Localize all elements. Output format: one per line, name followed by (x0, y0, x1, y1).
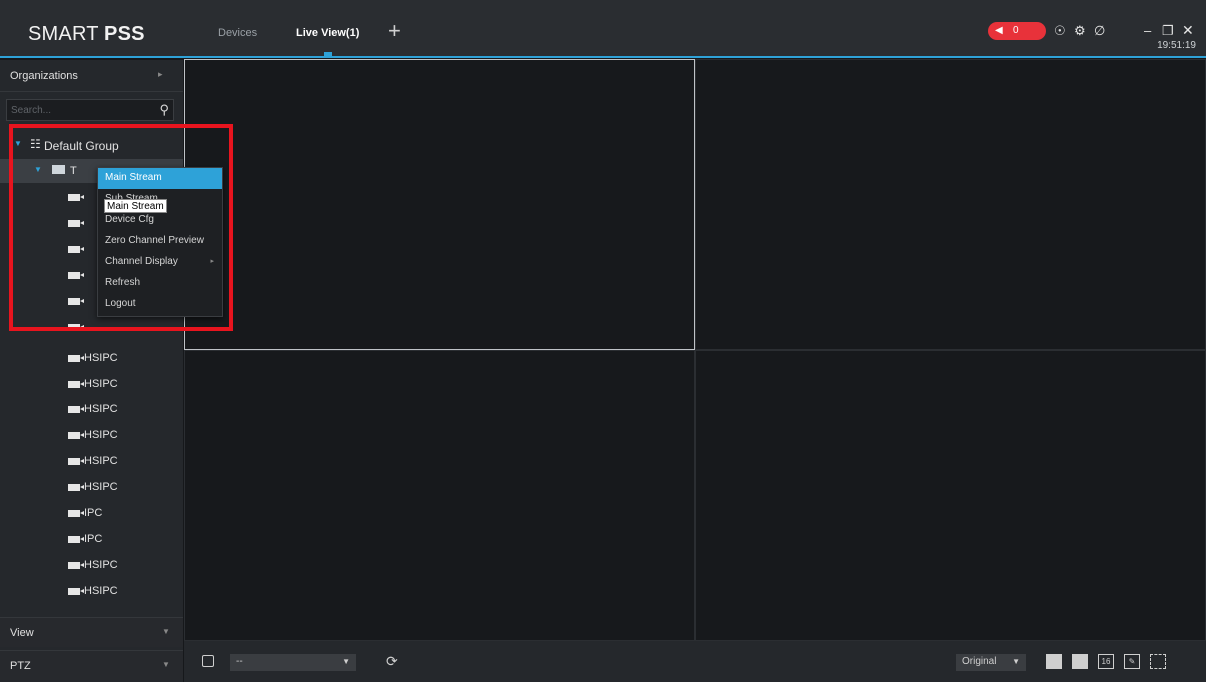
channel-label: IPC (84, 533, 103, 545)
refresh-icon[interactable]: ⟳ (386, 653, 398, 670)
channel-label: HSIPC (84, 352, 118, 364)
camera-icon (68, 458, 84, 465)
fullscreen-icon[interactable] (1150, 654, 1166, 669)
camera-icon (68, 536, 84, 543)
channel-row[interactable]: HSIPC (0, 373, 183, 397)
logo-text-light: SMART (28, 23, 105, 45)
camera-icon (68, 562, 84, 569)
channel-label: HSIPC (84, 378, 118, 390)
speaker-icon: ◀ (995, 25, 1003, 36)
view-panel-header[interactable]: View ▼ (0, 617, 183, 647)
aspect-ratio-select[interactable]: Original ▼ (956, 654, 1026, 671)
channel-row[interactable]: HSIPC (0, 580, 183, 604)
video-window-4[interactable] (695, 350, 1206, 641)
search-input[interactable] (11, 103, 141, 117)
channel-row[interactable]: HSIPC (0, 398, 183, 422)
camera-icon (68, 355, 84, 362)
chevron-down-icon: ▼ (162, 627, 170, 636)
channel-row[interactable]: HSIPC (0, 554, 183, 578)
ptz-panel-header[interactable]: PTZ ▼ (0, 650, 183, 680)
chevron-right-icon: ▸ (158, 69, 163, 79)
smart-pss-window: SMART PSS Devices Live View(1) + ◀ 0 ☉ ⚙… (0, 0, 1206, 682)
channel-label: HSIPC (84, 585, 118, 597)
camera-icon (68, 510, 84, 517)
camera-icon (68, 432, 84, 439)
tab-live-view[interactable]: Live View(1) (296, 27, 359, 39)
camera-icon (68, 484, 84, 491)
layout-16-icon[interactable]: 16 (1098, 654, 1114, 669)
live-view-toolbar: -- ▼ ⟳ Original ▼ 16 ✎ (184, 641, 1206, 682)
chevron-down-icon: ▼ (162, 660, 170, 669)
channel-row[interactable]: IPC (0, 528, 183, 552)
camera-icon (68, 588, 84, 595)
settings-gear-icon[interactable]: ⚙ (1074, 24, 1086, 37)
channel-row[interactable]: HSIPC (0, 450, 183, 474)
video-window-2[interactable] (695, 59, 1206, 350)
channel-label: IPC (84, 507, 103, 519)
logo-text-bold: PSS (104, 23, 145, 45)
annotation-highlight-box (9, 124, 233, 331)
channel-row[interactable]: IPC (0, 502, 183, 526)
ptz-label: PTZ (10, 660, 31, 672)
close-icon[interactable]: ✕ (1182, 23, 1194, 37)
layout-4-icon[interactable] (1046, 654, 1062, 669)
camera-icon (68, 381, 84, 388)
channel-row[interactable]: HSIPC (0, 476, 183, 500)
aspect-ratio-value: Original (962, 656, 997, 667)
live-view-grid (184, 59, 1206, 641)
dropdown-arrow-icon: ▼ (342, 657, 350, 666)
search-box: ⚲ (6, 99, 174, 121)
organizations-label: Organizations (10, 70, 78, 82)
alarm-count: 0 (1013, 25, 1019, 36)
alarm-badge[interactable]: ◀ 0 (988, 22, 1046, 40)
active-tab-indicator (324, 52, 332, 56)
video-window-1[interactable] (184, 59, 695, 350)
channel-label: HSIPC (84, 481, 118, 493)
layout-9-icon[interactable] (1072, 654, 1088, 669)
tab-devices[interactable]: Devices (218, 27, 257, 39)
channel-label: HSIPC (84, 559, 118, 571)
add-tab-icon[interactable]: + (388, 20, 401, 42)
channel-row[interactable]: HSIPC (0, 347, 183, 371)
organizations-header[interactable]: Organizations ▸ (0, 60, 183, 92)
camera-icon (68, 406, 84, 413)
performance-gauge-icon[interactable]: ∅ (1094, 24, 1105, 37)
channel-row[interactable]: HSIPC (0, 424, 183, 448)
save-view-icon[interactable] (202, 655, 214, 667)
app-logo: SMART PSS (28, 23, 145, 46)
restore-icon[interactable]: ❐ (1162, 24, 1174, 37)
system-clock: 19:51:19 (1157, 40, 1196, 51)
view-select[interactable]: -- ▼ (230, 654, 356, 671)
channel-label: HSIPC (84, 455, 118, 467)
dropdown-arrow-icon: ▼ (1012, 657, 1020, 666)
search-icon[interactable]: ⚲ (159, 102, 169, 118)
view-label: View (10, 627, 34, 639)
title-bar: SMART PSS Devices Live View(1) + ◀ 0 ☉ ⚙… (0, 0, 1206, 58)
view-select-value: -- (236, 656, 243, 667)
channel-label: HSIPC (84, 403, 118, 415)
user-icon[interactable]: ☉ (1054, 24, 1066, 37)
custom-layout-icon[interactable]: ✎ (1124, 654, 1140, 669)
video-window-3[interactable] (184, 350, 695, 641)
minimize-icon[interactable]: – (1144, 24, 1151, 37)
channel-label: HSIPC (84, 429, 118, 441)
